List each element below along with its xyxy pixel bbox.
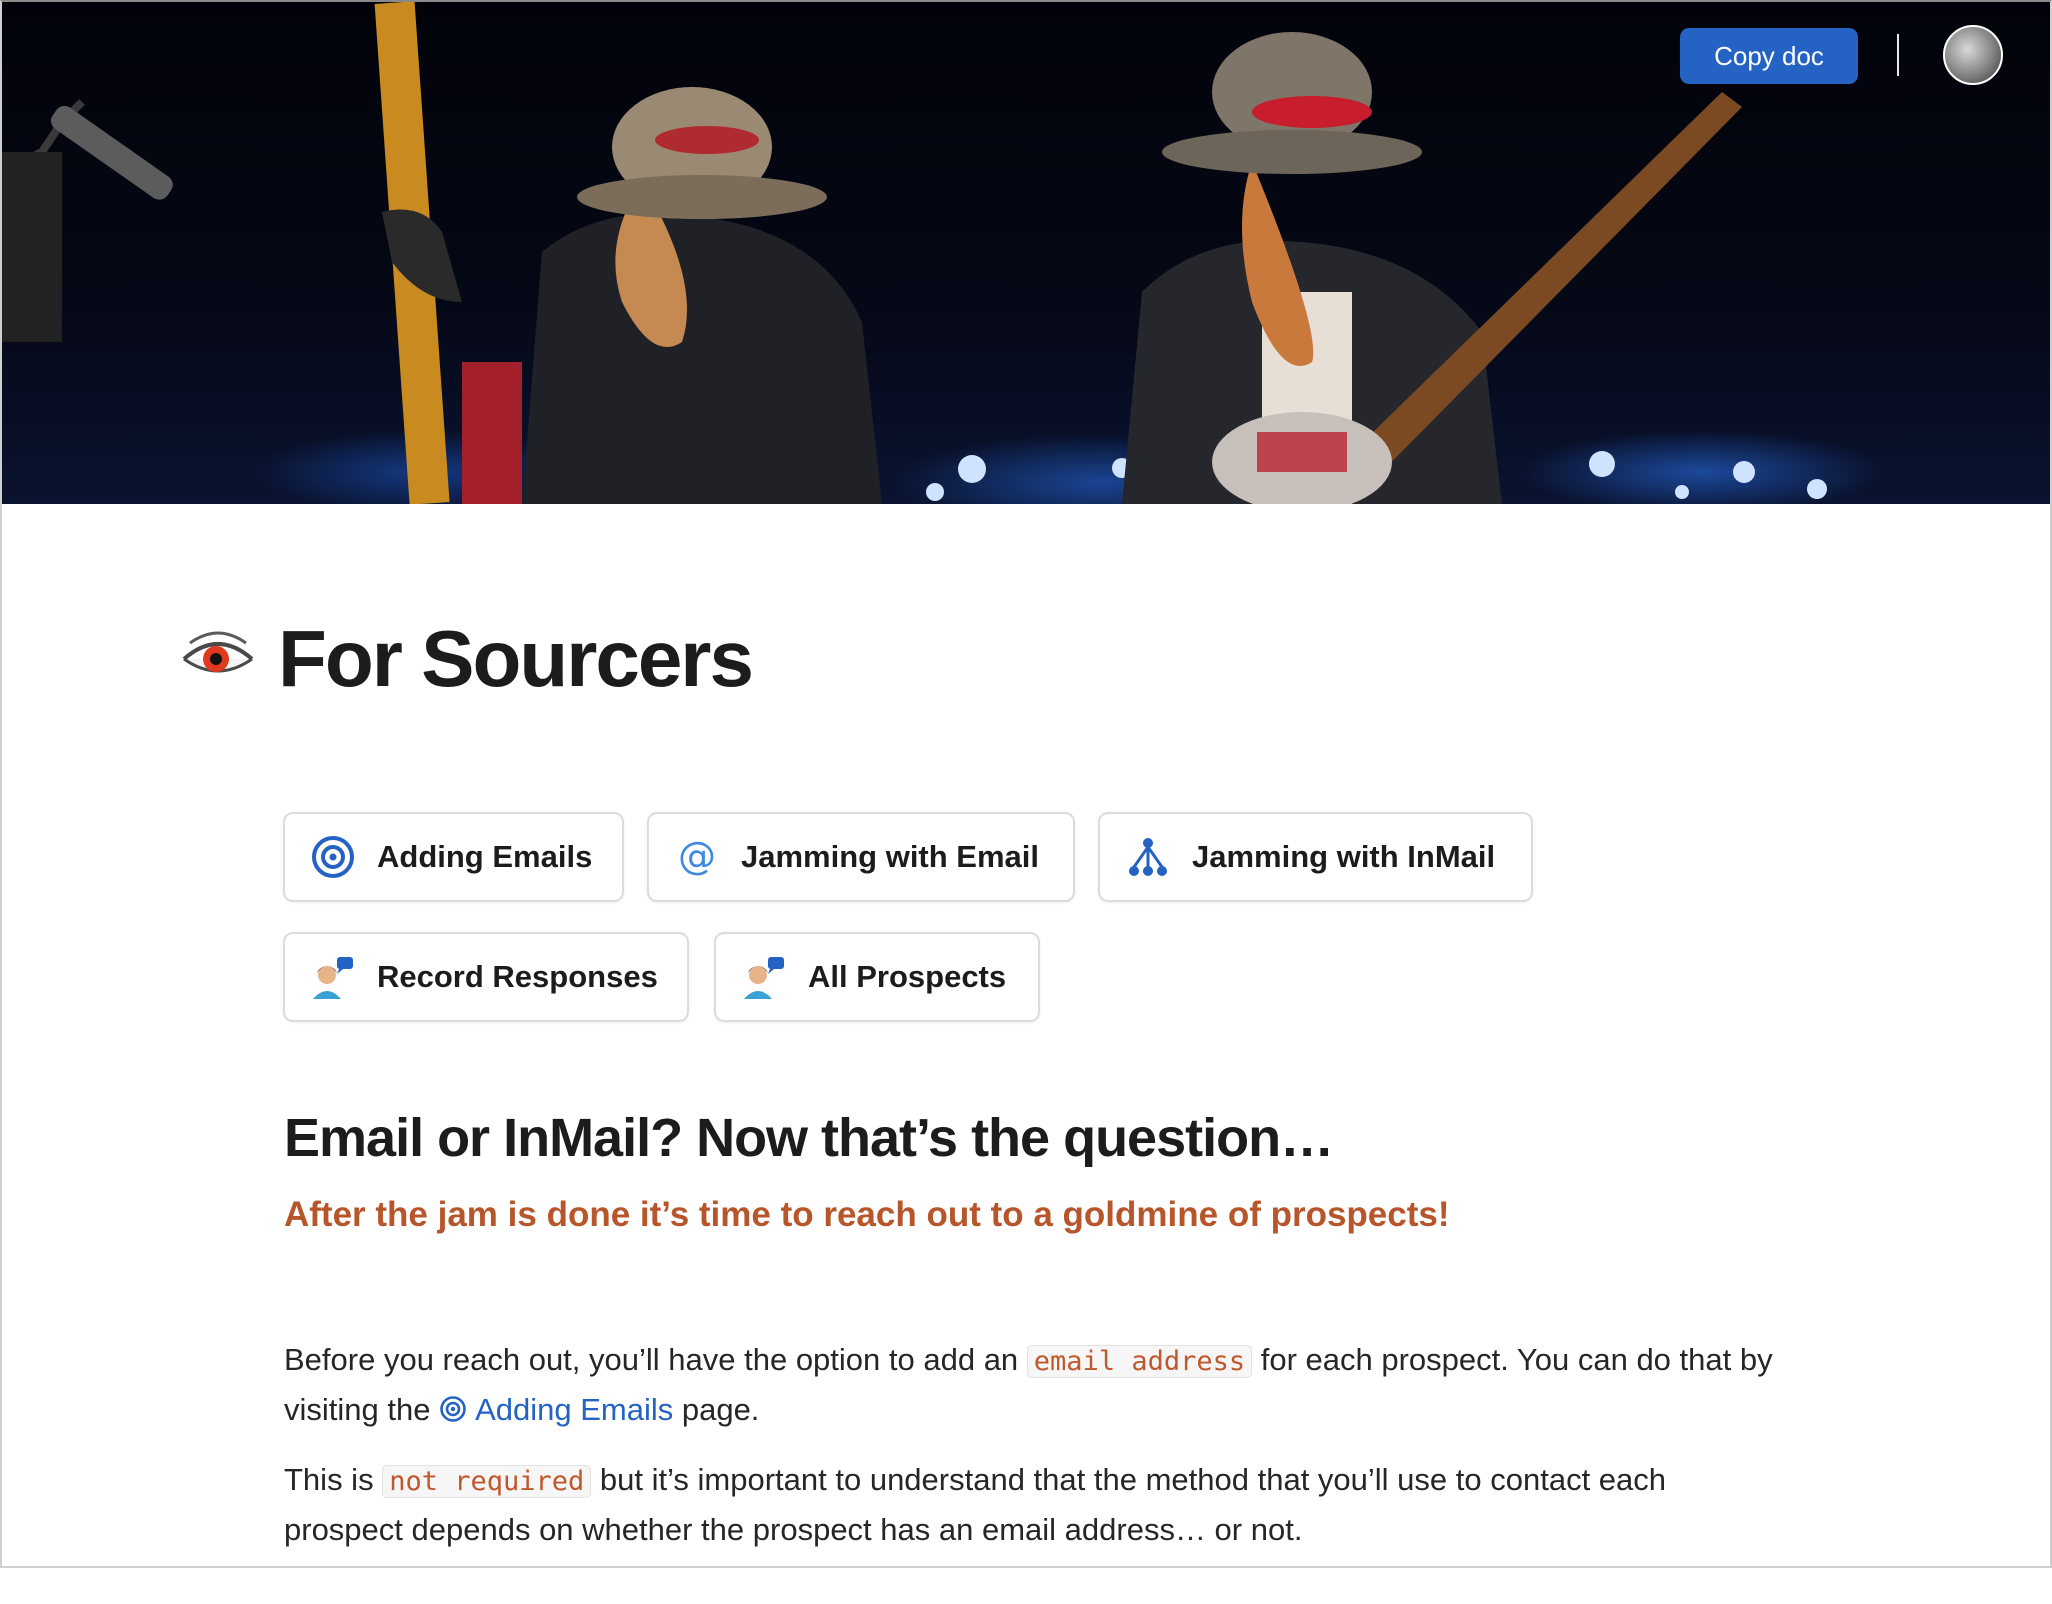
button-label: Adding Emails: [377, 839, 593, 874]
eye-icon: [182, 631, 254, 673]
at-circle-icon: [440, 1396, 466, 1422]
network-icon: [1126, 835, 1170, 879]
left-musician: [374, 2, 882, 504]
doc-page: Copy doc For Sourcers Adding Emails @ Ja…: [0, 0, 2052, 1568]
microphone-shape: [2, 99, 173, 342]
at-circle-icon: [311, 835, 355, 879]
cover-image: Copy doc: [2, 2, 2050, 504]
paragraph-2: This is not required but it’s important …: [284, 1456, 1764, 1554]
button-label: All Prospects: [808, 959, 1007, 994]
section-subtitle: After the jam is done it’s time to reach…: [284, 1195, 1450, 1234]
paragraph-1: Before you reach out, you’ll have the op…: [284, 1336, 1804, 1434]
paragraph-text: Before you reach out, you’ll have the op…: [284, 1342, 1027, 1377]
right-musician: [1122, 32, 1742, 504]
paragraph-text: This is: [284, 1462, 383, 1497]
record-responses-button[interactable]: Record Responses: [283, 932, 689, 1022]
adding-emails-button[interactable]: Adding Emails: [283, 812, 624, 902]
person-speech-icon: [311, 955, 355, 999]
jamming-with-inmail-button[interactable]: Jamming with InMail: [1098, 812, 1533, 902]
page-title-row: For Sourcers: [180, 614, 754, 704]
avatar[interactable]: [1943, 25, 2003, 85]
inline-code: not required: [382, 1465, 592, 1498]
button-label: Jamming with InMail: [1192, 839, 1496, 874]
button-label: Record Responses: [377, 959, 658, 994]
page-title: For Sourcers: [278, 614, 754, 703]
jamming-with-email-button[interactable]: @ Jamming with Email: [647, 812, 1075, 902]
header-divider: [1897, 34, 1899, 76]
section-heading: Email or InMail? Now that’s the question…: [284, 1108, 1334, 1168]
person-speech-icon: [742, 955, 786, 999]
at-sign-icon: @: [675, 835, 719, 879]
paragraph-text: page.: [673, 1392, 760, 1427]
all-prospects-button[interactable]: All Prospects: [714, 932, 1040, 1022]
copy-doc-button[interactable]: Copy doc: [1680, 28, 1858, 84]
inline-code: email address: [1026, 1345, 1253, 1378]
button-label: Jamming with Email: [741, 839, 1040, 874]
link-label: Adding Emails: [475, 1392, 674, 1427]
adding-emails-link[interactable]: Adding Emails: [439, 1392, 673, 1427]
svg-text:@: @: [678, 835, 716, 878]
